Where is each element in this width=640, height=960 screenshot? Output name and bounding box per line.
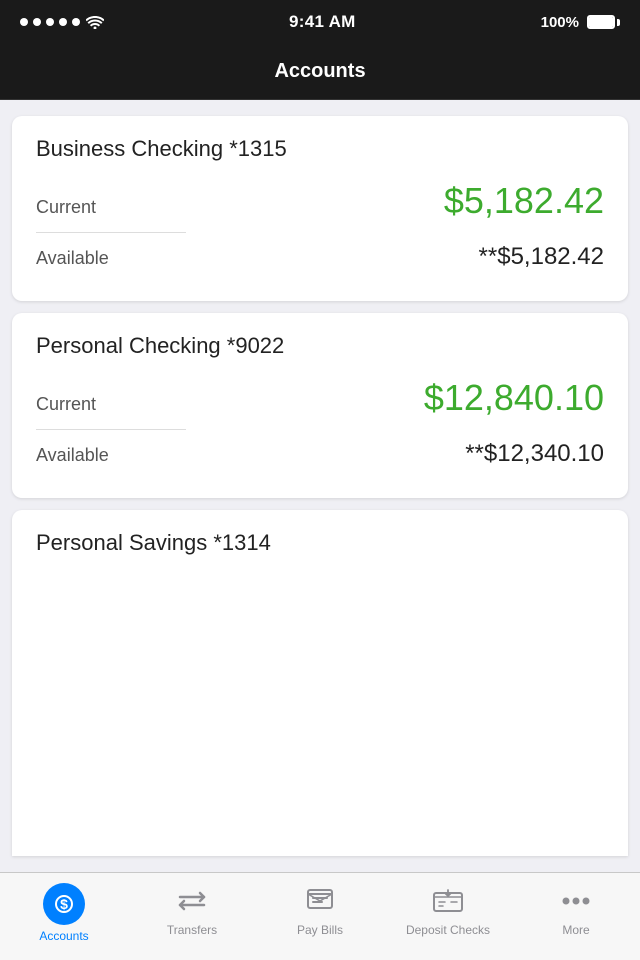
tab-deposit-checks-label: Deposit Checks — [406, 923, 490, 937]
available-label-1: Available — [36, 445, 109, 466]
divider-1 — [36, 429, 186, 430]
current-label-1: Current — [36, 394, 96, 415]
status-bar: 9:41 AM 100% — [0, 0, 640, 44]
available-label-0: Available — [36, 248, 109, 269]
nav-bar: Accounts — [0, 44, 640, 100]
available-value-0: **$5,182.42 — [479, 243, 604, 271]
tab-transfers-label: Transfers — [167, 923, 217, 937]
available-row-0: Available **$5,182.42 — [36, 243, 604, 271]
tab-more[interactable]: More — [512, 883, 640, 937]
wifi-icon — [86, 15, 104, 29]
account-name-2: Personal Savings *1314 — [36, 530, 604, 556]
status-left — [20, 15, 104, 29]
tab-pay-bills-label: Pay Bills — [297, 923, 343, 937]
tab-pay-bills[interactable]: Pay Bills — [256, 883, 384, 937]
tab-bar: $ Accounts Transfers — [0, 872, 640, 960]
status-right: 100% — [541, 14, 620, 31]
accounts-icon-circle: $ — [43, 883, 85, 925]
pay-bills-icon — [302, 883, 338, 919]
svg-text:$: $ — [60, 896, 68, 912]
tab-accounts[interactable]: $ Accounts — [0, 883, 128, 943]
more-icon — [558, 883, 594, 919]
account-name-0: Business Checking *1315 — [36, 136, 604, 162]
status-time: 9:41 AM — [289, 12, 356, 32]
account-card-0[interactable]: Business Checking *1315 Current $5,182.4… — [12, 116, 628, 301]
deposit-checks-icon — [430, 883, 466, 919]
page-title: Accounts — [274, 60, 365, 83]
tab-more-label: More — [562, 923, 589, 937]
available-row-1: Available **$12,340.10 — [36, 440, 604, 468]
account-card-2[interactable]: Personal Savings *1314 — [12, 510, 628, 856]
divider-0 — [36, 232, 186, 233]
account-name-1: Personal Checking *9022 — [36, 333, 604, 359]
current-row-1: Current $12,840.10 — [36, 377, 604, 419]
accounts-list: Business Checking *1315 Current $5,182.4… — [0, 100, 640, 872]
battery-icon — [587, 15, 620, 29]
current-label-0: Current — [36, 197, 96, 218]
tab-deposit-checks[interactable]: Deposit Checks — [384, 883, 512, 937]
current-row-0: Current $5,182.42 — [36, 180, 604, 222]
battery-percent: 100% — [541, 14, 579, 31]
current-value-1: $12,840.10 — [424, 377, 604, 419]
tab-accounts-label: Accounts — [39, 929, 88, 943]
tab-transfers[interactable]: Transfers — [128, 883, 256, 937]
available-value-1: **$12,340.10 — [465, 440, 604, 468]
current-value-0: $5,182.42 — [444, 180, 604, 222]
transfers-icon — [174, 883, 210, 919]
signal-dots — [20, 18, 80, 26]
account-card-1[interactable]: Personal Checking *9022 Current $12,840.… — [12, 313, 628, 498]
